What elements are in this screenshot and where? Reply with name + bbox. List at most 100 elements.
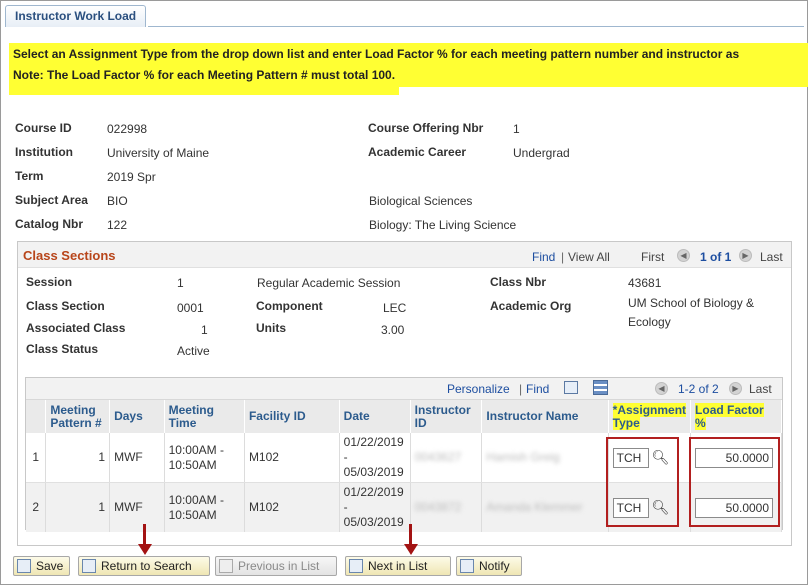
grid-navigation-bar: Personalize | Find ◀ 1-2 of 2 ▶ Last — [26, 378, 782, 400]
previous-button-label: Previous in List — [238, 559, 320, 573]
section-pager: 1 of 1 — [700, 250, 732, 264]
term-value: 2019 Spr — [107, 170, 156, 184]
units-value: 3.00 — [381, 323, 405, 337]
column-header-meeting-time: Meeting Time — [164, 400, 245, 433]
catalog-nbr-value: 122 — [107, 218, 128, 232]
instructor-id-cell: 0043627 — [410, 433, 483, 483]
table-header-row: Meeting Pattern # Days Meeting Time Faci… — [26, 400, 782, 433]
days-cell: MWF — [109, 482, 165, 532]
time-end: 10:50AM — [168, 457, 217, 472]
session-label: Session — [26, 275, 73, 289]
class-nbr-label: Class Nbr — [490, 275, 547, 289]
instructor-id-cell: 0043872 — [410, 482, 483, 532]
course-offering-label: Course Offering Nbr — [368, 121, 484, 135]
instruction-line-2: Note: The Load Factor % for each Meeting… — [9, 65, 400, 95]
first-link[interactable]: First — [641, 250, 664, 264]
view-all-grid-icon[interactable] — [564, 381, 578, 394]
tab-instructor-work-load[interactable]: Instructor Work Load — [5, 5, 147, 27]
notify-icon — [460, 559, 474, 573]
next-button-label: Next in List — [368, 559, 428, 573]
facility-cell: M102 — [244, 482, 340, 532]
grid-previous-arrow-icon[interactable]: ◀ — [655, 382, 668, 395]
academic-career-value: Undergrad — [513, 146, 570, 160]
row-number-header — [26, 400, 47, 433]
instructor-id-redacted: 0043872 — [414, 500, 462, 514]
grid-link-separator: | — [519, 382, 523, 396]
load-factor-highlight-box — [689, 437, 780, 527]
return-to-search-button[interactable]: Return to Search — [78, 556, 210, 576]
course-id-label: Course ID — [15, 121, 72, 135]
column-header-meeting-pattern: Meeting Pattern # — [45, 400, 111, 433]
load-factor-header-text: Load Factor % — [695, 402, 764, 430]
annotation-arrow-shaft — [409, 524, 412, 546]
column-header-instructor-id: Instructor ID — [410, 400, 483, 433]
class-section-value: 0001 — [177, 301, 204, 315]
date-end: 05/03/2019 — [343, 515, 404, 529]
instructor-name-cell: Amanda Klemmer — [481, 482, 609, 532]
grid-find-link[interactable]: Find — [526, 382, 549, 396]
academic-career-label: Academic Career — [368, 145, 467, 159]
previous-arrow-icon[interactable]: ◀ — [677, 249, 690, 262]
time-end: 10:50AM — [168, 507, 217, 522]
meeting-pattern-cell: 1 — [45, 433, 111, 483]
link-separator: | — [561, 250, 565, 264]
find-link[interactable]: Find — [532, 250, 555, 264]
course-offering-value: 1 — [513, 122, 520, 136]
class-section-label: Class Section — [26, 299, 105, 313]
grid-pager: 1-2 of 2 — [678, 382, 719, 396]
tab-divider — [148, 26, 804, 27]
column-header-assignment-type: *Assignment Type — [608, 400, 692, 433]
session-value: 1 — [177, 276, 184, 290]
instructor-id-redacted: 0043627 — [414, 450, 462, 464]
instructor-name-redacted: Hamish Greig — [486, 450, 560, 464]
subject-area-value: BIO — [107, 194, 128, 208]
next-in-list-icon — [349, 559, 363, 573]
date-end: 05/03/2019 — [343, 465, 404, 479]
term-label: Term — [15, 169, 44, 183]
date-start: 01/22/2019 — [343, 485, 404, 499]
instructor-name-cell: Hamish Greig — [481, 433, 609, 483]
next-arrow-icon[interactable]: ▶ — [739, 249, 752, 262]
assignment-type-highlight-box — [606, 437, 679, 527]
academic-org-line-1: UM School of Biology & — [628, 296, 755, 310]
annotation-arrow-head — [138, 544, 152, 555]
facility-cell: M102 — [244, 433, 340, 483]
column-header-load-factor: Load Factor % — [690, 400, 782, 433]
next-in-list-button[interactable]: Next in List — [345, 556, 451, 576]
academic-org-label: Academic Org — [490, 299, 572, 313]
date-dash: - — [343, 450, 348, 464]
institution-value: University of Maine — [107, 146, 210, 160]
grid-next-arrow-icon[interactable]: ▶ — [729, 382, 742, 395]
column-header-days: Days — [109, 400, 165, 433]
instructor-name-redacted: Amanda Klemmer — [486, 500, 583, 514]
personalize-link[interactable]: Personalize — [447, 382, 510, 396]
subject-area-description: Biological Sciences — [369, 194, 473, 208]
previous-in-list-icon — [219, 559, 233, 573]
column-header-facility-id: Facility ID — [244, 400, 340, 433]
save-button-label: Save — [36, 559, 64, 573]
course-id-value: 022998 — [107, 122, 148, 136]
date-cell: 01/22/2019-05/03/2019 — [339, 433, 411, 483]
column-header-instructor-name: Instructor Name — [481, 400, 609, 433]
class-sections-title: Class Sections — [23, 248, 116, 263]
days-cell: MWF — [109, 433, 165, 483]
time-start: 10:00AM - — [168, 442, 224, 457]
date-cell: 01/22/2019-05/03/2019 — [339, 482, 411, 532]
annotation-arrow-head — [404, 544, 418, 555]
last-link[interactable]: Last — [760, 250, 783, 264]
download-excel-icon[interactable] — [593, 380, 608, 395]
meeting-pattern-cell: 1 — [45, 482, 111, 532]
academic-org-line-2: Ecology — [628, 315, 671, 329]
class-status-label: Class Status — [26, 342, 99, 356]
notify-button[interactable]: Notify — [456, 556, 522, 576]
return-button-label: Return to Search — [101, 559, 192, 573]
class-status-value: Active — [177, 344, 210, 358]
associated-class-label: Associated Class — [26, 321, 126, 335]
view-all-link[interactable]: View All — [568, 250, 610, 264]
institution-label: Institution — [15, 145, 73, 159]
subject-area-label: Subject Area — [15, 193, 88, 207]
assignment-type-header-text: *Assignment Type — [612, 402, 687, 430]
previous-in-list-button[interactable]: Previous in List — [215, 556, 337, 576]
save-button[interactable]: Save — [13, 556, 70, 576]
grid-last-link[interactable]: Last — [749, 382, 772, 396]
